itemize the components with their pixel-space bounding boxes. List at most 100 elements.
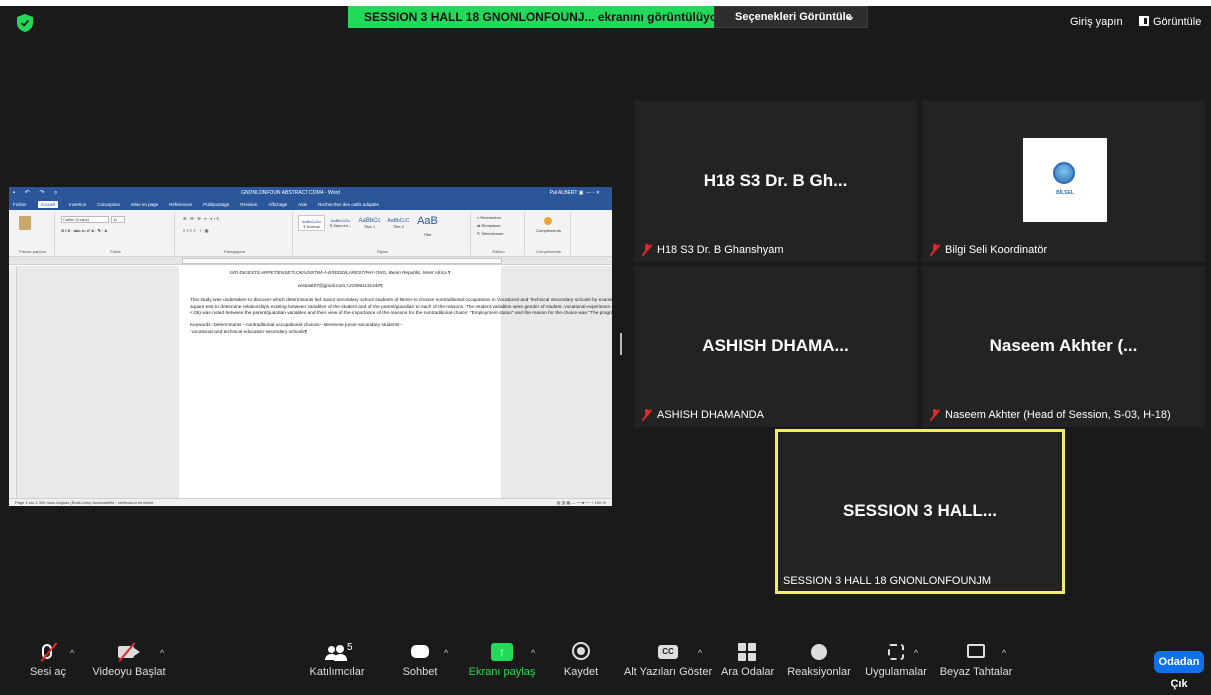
participants-button[interactable]: 5 Katılımcılar	[305, 640, 369, 684]
style-normal[interactable]: AaBbCcDc ¶ Normal	[298, 215, 325, 231]
chevron-down-icon: ⌄	[845, 11, 855, 23]
list-buttons[interactable]: ☰ · ☰ · ☰ · ⇤ ⇥ ↕ ¶	[183, 216, 219, 221]
style-sample: AaB	[417, 215, 438, 227]
captions-button[interactable]: CC Alt Yazıları Göster	[620, 640, 716, 684]
active-speaker-tile[interactable]: SESSION 3 HALL... SESSION 3 HALL 18 GNON…	[775, 429, 1065, 594]
participant-tile[interactable]: H18 S3 Dr. B Gh... H18 S3 Dr. B Ghanshya…	[634, 101, 917, 262]
participant-name: Bilgi Seli Koordinatör	[945, 244, 1048, 256]
video-options-caret-icon[interactable]: ^	[160, 648, 164, 658]
leave-meeting-label: Odadan Çık	[1158, 656, 1200, 690]
participant-display-name: SESSION 3 HALL...	[843, 501, 997, 520]
ribbon-caption-editing: Édition	[492, 249, 505, 254]
apps-button[interactable]: Uygulamalar	[860, 640, 932, 684]
shared-screen[interactable]: ▪ ↶ ↷ ⌕ GNONLONFOUN ABSTRACT.COM4 - Word…	[9, 187, 612, 506]
whiteboard-options-caret-icon[interactable]: ^	[1002, 648, 1006, 658]
chat-options-caret-icon[interactable]: ^	[444, 648, 448, 658]
logo-text: BİLSEL	[1056, 190, 1074, 196]
reactions-button[interactable]: Reaksiyonlar	[787, 640, 851, 684]
ribbon-styles[interactable]: AaBbCcDc ¶ Normal AaBbCcDc ¶ Sans int... A…	[295, 212, 471, 255]
view-button[interactable]: Görüntüle	[1139, 16, 1201, 28]
captions-options-caret-icon[interactable]: ^	[698, 648, 702, 658]
audio-options-caret-icon[interactable]: ^	[70, 648, 74, 658]
participant-count: 5	[347, 642, 353, 653]
share-screen-button[interactable]: ↑ Ekranı paylaş	[468, 640, 536, 684]
font-name-select[interactable]: Calibri (Corps)	[61, 216, 109, 223]
document-page[interactable]: GRI-DIGEST/LARPET/ENSETLOK/UNSTIM-A-ERED…	[179, 266, 612, 498]
globe-icon	[1053, 162, 1075, 184]
chat-icon	[411, 645, 429, 658]
format-buttons[interactable]: G I S · abc x₂ x² A · ✎ · A	[61, 228, 107, 233]
quick-access-icons[interactable]: ▪ ↶ ↷ ⌕	[9, 189, 99, 197]
mic-muted-icon	[930, 244, 940, 256]
security-shield-icon[interactable]	[17, 14, 33, 32]
participant-name: ASHISH DHAMANDA	[657, 409, 764, 421]
find-button[interactable]: ⌕ Rechercher	[477, 215, 501, 220]
screen-share-banner: SESSION 3 HALL 18 GNONLONFOUNJ... ekranı…	[348, 6, 769, 28]
chat-button[interactable]: Sohbet	[392, 640, 448, 684]
style-label: Titre 1	[363, 224, 376, 229]
style-label: ¶ Sans int...	[329, 223, 352, 228]
font-size-select[interactable]: 11	[111, 216, 125, 223]
doc-keywords: Keywords:·Determinants·-·nontraditional·…	[190, 321, 403, 334]
view-label: Görüntüle	[1153, 16, 1202, 28]
doc-abstract: This·study·was·undertaken·to·discover·wh…	[190, 297, 612, 316]
style-title2[interactable]: AaBbCcC Titre 2	[385, 215, 412, 231]
ribbon-caption-font: Police	[110, 249, 121, 254]
menu-insertion[interactable]: Insertion	[69, 202, 86, 207]
start-video-label: Videoyu Başlat	[92, 666, 166, 678]
unmute-button[interactable]: Sesi aç	[20, 640, 76, 684]
mic-muted-icon	[642, 244, 652, 256]
ribbon-paragraph[interactable]: ☰ · ☰ · ☰ · ⇤ ⇥ ↕ ¶ ≡ ≡ ≡ ≡ · ↕ · ▦ Para…	[177, 212, 293, 255]
ribbon-caption-addins: Compléments	[536, 249, 561, 254]
style-label: ¶ Normal	[303, 224, 320, 229]
align-buttons[interactable]: ≡ ≡ ≡ ≡ · ↕ · ▦	[183, 228, 209, 233]
ribbon-editing[interactable]: ⌕ Rechercher ⇄ Remplacer ⇱ Sélectionner …	[473, 212, 525, 255]
share-options-caret-icon[interactable]: ^	[531, 648, 535, 658]
replace-button[interactable]: ⇄ Remplacer	[477, 223, 501, 228]
unmute-label: Sesi aç	[29, 666, 67, 678]
participant-display-name: H18 S3 Dr. B Gh...	[703, 171, 848, 190]
ribbon-font[interactable]: Calibri (Corps) 11 G I S · abc x₂ x² A ·…	[57, 212, 175, 255]
signin-button[interactable]: Giriş yapın	[1070, 16, 1123, 28]
ribbon-clipboard[interactable]: Presse-papiers	[11, 212, 55, 255]
menu-search[interactable]: Rechercher des outils adaptés	[318, 202, 379, 207]
captions-label: Alt Yazıları Göster	[623, 666, 713, 678]
participant-name-tag: Bilgi Seli Koordinatör	[930, 244, 1047, 256]
style-title[interactable]: AaB Titre	[414, 215, 441, 237]
participant-tile[interactable]: Naseem Akhter (... Naseem Akhter (Head o…	[922, 266, 1205, 427]
participant-tile[interactable]: BİLSEL Bilgi Seli Koordinatör	[922, 101, 1205, 262]
replace-label: Remplacer	[481, 223, 501, 228]
zoom-level[interactable]: ▤ ▥ ▦ — ──●── + 100 %	[557, 500, 606, 505]
start-video-button[interactable]: Videoyu Başlat	[88, 640, 170, 684]
apps-label: Uygulamalar	[865, 666, 927, 678]
record-button[interactable]: Kaydet	[555, 640, 607, 684]
menu-publipostage[interactable]: Publipostage	[203, 202, 229, 207]
doc-affiliation: GRI-DIGEST/LARPET/ENSETLOK/UNSTIM-A-ERED…	[229, 270, 451, 275]
menu-aide[interactable]: Aide	[298, 202, 307, 207]
breakout-rooms-button[interactable]: Ara Odalar	[721, 640, 774, 684]
ribbon-addins[interactable]: Compléments Compléments	[527, 212, 571, 255]
share-screen-label: Ekranı paylaş	[468, 666, 536, 678]
menu-fichier[interactable]: Fichier	[13, 202, 27, 207]
split-resize-handle[interactable]	[620, 333, 622, 355]
participant-tile[interactable]: ASHISH DHAMA... ASHISH DHAMANDA	[634, 266, 917, 427]
view-options-dropdown[interactable]: Seçenekleri Görüntüle ⌄	[714, 6, 868, 28]
menu-references[interactable]: Références	[169, 202, 192, 207]
whiteboards-button[interactable]: Beyaz Tahtalar	[935, 640, 1017, 684]
status-info: Page 1 sur 1 339 mots Anglais (États-Uni…	[15, 500, 154, 505]
ruler-bar	[182, 258, 502, 264]
menu-conception[interactable]: Conception	[97, 202, 120, 207]
leave-meeting-button[interactable]: Odadan Çık	[1154, 651, 1204, 690]
menu-affichage[interactable]: Affichage	[268, 202, 287, 207]
participant-display-name: ASHISH DHAMA...	[702, 336, 849, 355]
menu-accueil[interactable]: Accueil	[37, 201, 59, 208]
participant-name-tag: H18 S3 Dr. B Ghanshyam	[642, 244, 784, 256]
participant-name-tag: SESSION 3 HALL 18 GNONLONFOUNJM	[783, 575, 991, 587]
style-title1[interactable]: AaBbCc Titre 1	[356, 215, 383, 231]
menu-revision[interactable]: Révision	[240, 202, 257, 207]
style-no-spacing[interactable]: AaBbCcDc ¶ Sans int...	[327, 215, 354, 231]
select-button[interactable]: ⇱ Sélectionner	[477, 231, 504, 236]
menu-mise-en-page[interactable]: Mise en page	[131, 202, 158, 207]
apps-options-caret-icon[interactable]: ^	[914, 648, 918, 658]
doc-email: vostook07@gmail.com;+229961131340¶	[297, 282, 383, 288]
